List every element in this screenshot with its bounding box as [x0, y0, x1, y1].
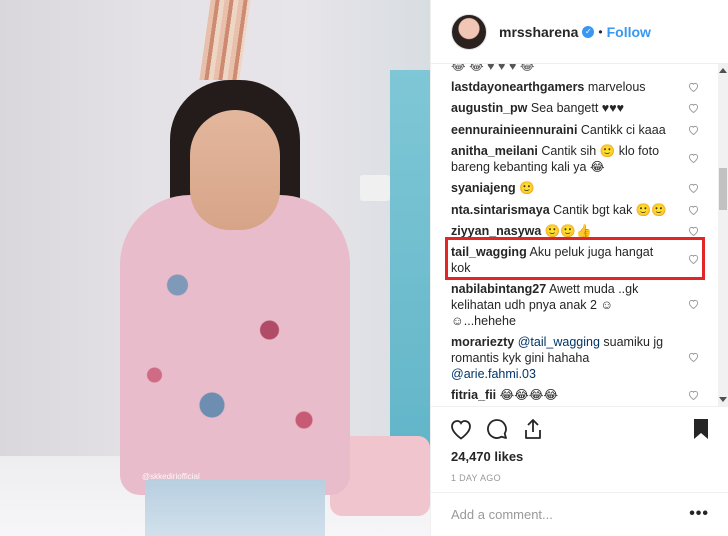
verified-badge-icon: ✓	[582, 25, 595, 38]
like-comment-heart-icon[interactable]	[688, 82, 699, 92]
floral-jacket	[120, 195, 350, 495]
like-comment-heart-icon[interactable]	[688, 352, 699, 362]
follow-button[interactable]: Follow	[607, 24, 651, 40]
comment-username[interactable]: nabilabintang27	[451, 282, 546, 296]
like-comment-heart-icon[interactable]	[688, 125, 699, 135]
comment-row: fitria_fii 😂😂😂😂	[451, 387, 699, 403]
comment-text: marvelous	[587, 80, 646, 94]
like-comment-heart-icon[interactable]	[688, 183, 699, 193]
bookmark-save-icon[interactable]	[689, 417, 715, 443]
comment-username[interactable]: lastdayonearthgamers	[451, 80, 584, 94]
comment-text: Sea bangett ♥♥♥	[530, 101, 625, 115]
comment-text-line2: kelihatan udh pnya anak 2 ☺	[451, 298, 614, 312]
like-comment-heart-icon[interactable]	[688, 205, 699, 215]
comment-mention[interactable]: @arie.fahmi.03	[451, 367, 536, 381]
post-side-panel: mrssharena ✓ • Follow 😂 😂 ♥ ♥ ♥ 😂 lastda…	[430, 0, 728, 536]
like-comment-heart-icon[interactable]	[688, 299, 699, 309]
comments-scrollbar[interactable]	[718, 64, 728, 406]
comment-row: anitha_meilani Cantik sih 🙂 klo foto bar…	[451, 143, 699, 175]
comment-bubble-icon[interactable]	[485, 417, 511, 443]
comment-row: augustin_pw Sea bangett ♥♥♥	[451, 100, 699, 116]
face	[190, 110, 280, 230]
header-separator: •	[598, 24, 603, 39]
like-comment-heart-icon[interactable]	[688, 103, 699, 113]
like-comment-heart-icon[interactable]	[688, 226, 699, 236]
person-figure	[110, 70, 360, 536]
partial-comment-row: 😂 😂 ♥ ♥ ♥ 😂	[451, 64, 699, 74]
hanging-cloth	[199, 0, 251, 80]
share-upload-icon[interactable]	[521, 417, 547, 443]
author-username[interactable]: mrssharena	[499, 24, 578, 40]
like-comment-heart-icon[interactable]	[688, 390, 699, 400]
comment-text: Cantik sih 🙂 klo foto	[541, 144, 660, 158]
more-options-icon[interactable]: •••	[689, 505, 709, 523]
photo-watermark: @skkediriofficial	[142, 472, 200, 481]
comment-username[interactable]: ziyyan_nasywa	[451, 224, 541, 238]
comment-username[interactable]: syaniajeng	[451, 181, 516, 195]
comment-text: 🙂🙂👍	[544, 224, 592, 238]
comment-text-line2: romantis kyk gini hahaha	[451, 351, 590, 365]
post-header: mrssharena ✓ • Follow	[431, 0, 728, 64]
avatar[interactable]	[451, 13, 487, 50]
teal-cabinet	[390, 70, 430, 490]
comment-text: Awett muda ..gk	[548, 282, 639, 296]
comments-list[interactable]: 😂 😂 ♥ ♥ ♥ 😂 lastdayonearthgamers marvelo…	[431, 64, 719, 406]
comment-text: suamiku jg	[603, 335, 664, 349]
comment-row: eennurainieennuraini Cantikk ci kaaa	[451, 122, 699, 138]
comment-username[interactable]: tail_wagging	[451, 245, 527, 259]
comment-text-line2: kok	[451, 261, 471, 275]
comment-row: syaniajeng 🙂	[451, 180, 699, 196]
jeans	[145, 480, 325, 536]
comment-username[interactable]: fitria_fii	[451, 388, 496, 402]
shelf	[360, 175, 390, 201]
add-comment-input[interactable]	[451, 507, 671, 522]
comment-mention[interactable]: @tail_wagging	[518, 335, 600, 349]
comment-row: nabilabintang27 Awett muda ..gk kelihata…	[451, 281, 699, 329]
comment-row: nta.sintarismaya Cantik bgt kak 🙂🙂	[451, 202, 699, 218]
scroll-up-arrow-icon[interactable]	[719, 68, 727, 73]
scroll-down-arrow-icon[interactable]	[719, 397, 727, 402]
comment-row: morariezty @tail_wagging suamiku jg roma…	[451, 334, 699, 382]
comment-row: ziyyan_nasywa 🙂🙂👍	[451, 223, 699, 239]
partial-comment-text: 😂 😂 ♥ ♥ ♥ 😂	[451, 64, 535, 73]
comment-row-highlighted: tail_wagging Aku peluk juga hangat kok	[451, 244, 699, 276]
scrollbar-thumb[interactable]	[719, 168, 727, 210]
comment-text: 😂😂😂😂	[499, 388, 559, 402]
comment-row: lastdayonearthgamers marvelous	[451, 79, 699, 95]
post-photo[interactable]: @skkediriofficial	[0, 0, 430, 536]
comment-username[interactable]: anitha_meilani	[451, 144, 538, 158]
comment-text: 🙂	[519, 181, 535, 195]
comment-text: Cantik bgt kak 🙂🙂	[553, 203, 667, 217]
like-heart-icon[interactable]	[449, 417, 475, 443]
post-timestamp[interactable]: 1 DAY AGO	[451, 473, 501, 483]
comment-text: Cantikk ci kaaa	[580, 123, 666, 137]
comment-username[interactable]: morariezty	[451, 335, 514, 349]
comment-text-line2: bareng kebanting kali ya 😂	[451, 160, 605, 174]
comment-text-line3: ☺...hehehe	[451, 314, 516, 328]
like-comment-heart-icon[interactable]	[688, 254, 699, 264]
comment-text: Aku peluk juga hangat	[529, 245, 654, 259]
add-comment-bar: •••	[431, 492, 728, 536]
comment-username[interactable]: nta.sintarismaya	[451, 203, 550, 217]
post-actions: 24,470 likes 1 DAY AGO	[431, 406, 728, 502]
likes-count[interactable]: 24,470 likes	[451, 449, 523, 464]
like-comment-heart-icon[interactable]	[688, 153, 699, 163]
comment-username[interactable]: augustin_pw	[451, 101, 527, 115]
comment-username[interactable]: eennurainieennuraini	[451, 123, 577, 137]
